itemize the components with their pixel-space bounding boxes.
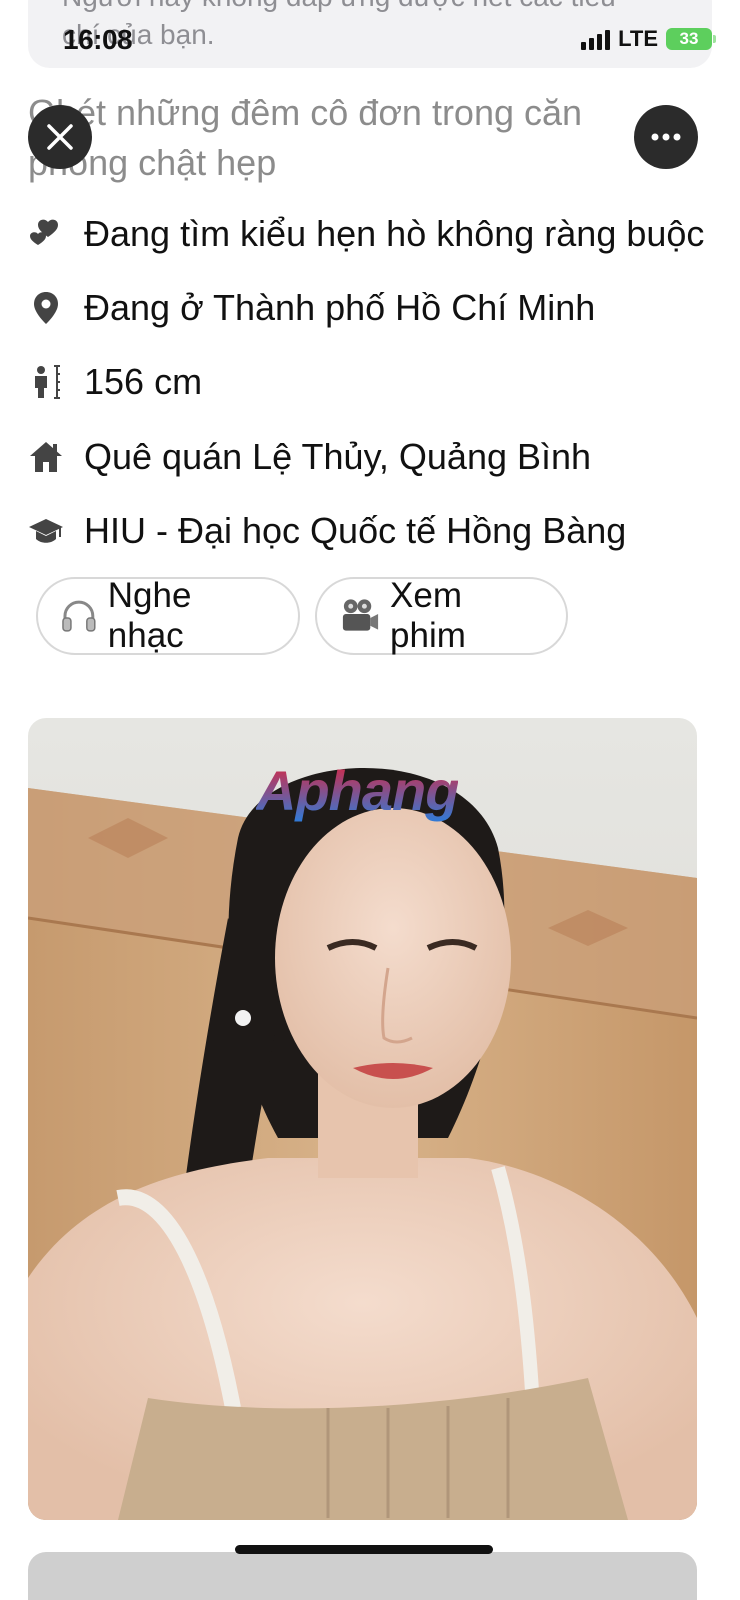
profile-tagline: Ghét những đêm cô đơn trong căn phòng ch…	[28, 92, 583, 183]
status-time: 16:08	[63, 24, 133, 55]
signal-icon	[581, 28, 611, 50]
film-projector-icon	[342, 599, 379, 631]
info-row-height: 156 cm	[28, 357, 202, 407]
info-text: 156 cm	[84, 361, 203, 402]
info-text: Đang tìm kiểu hẹn hò không ràng buộc	[84, 213, 705, 254]
photo-watermark: Aphang	[256, 759, 459, 822]
height-icon	[28, 364, 64, 400]
close-icon	[47, 124, 73, 150]
close-button[interactable]	[28, 105, 92, 169]
info-row-hometown: Quê quán Lệ Thủy, Quảng Bình	[28, 432, 591, 482]
more-icon	[651, 133, 681, 141]
info-text: Quê quán Lệ Thủy, Quảng Bình	[84, 436, 592, 477]
profile-photo[interactable]: Aphang	[28, 718, 697, 1520]
interest-chip-movies[interactable]: Xem phim	[315, 576, 568, 655]
status-indicators: LTE 33	[581, 26, 716, 52]
info-row-dating-intent: Đang tìm kiểu hẹn hò không ràng buộc	[28, 209, 704, 259]
headphones-icon	[62, 600, 96, 632]
interest-chip-music[interactable]: Nghe nhạc	[36, 576, 300, 655]
info-text: HIU - Đại học Quốc tế Hồng Bàng	[84, 510, 627, 551]
home-indicator[interactable]	[235, 1545, 493, 1554]
network-label: LTE	[618, 26, 658, 51]
profile-photo-image	[28, 718, 697, 1520]
interest-label: Nghe nhạc	[107, 576, 192, 655]
interest-label: Xem phim	[390, 576, 466, 655]
battery-icon: 33	[666, 28, 716, 50]
more-options-button[interactable]	[634, 105, 698, 169]
info-text: Đang ở Thành phố Hồ Chí Minh	[84, 287, 596, 328]
graduation-cap-icon	[28, 513, 64, 549]
banner-line-1: Người này không đáp ứng được hết các tiê…	[62, 0, 702, 16]
battery-level: 33	[679, 29, 699, 48]
home-icon	[28, 439, 64, 475]
next-photo-preview[interactable]	[28, 1552, 697, 1600]
info-row-school: HIU - Đại học Quốc tế Hồng Bàng	[28, 506, 626, 556]
info-row-location: Đang ở Thành phố Hồ Chí Minh	[28, 283, 595, 333]
location-pin-icon	[28, 290, 64, 326]
hearts-icon	[28, 216, 64, 252]
